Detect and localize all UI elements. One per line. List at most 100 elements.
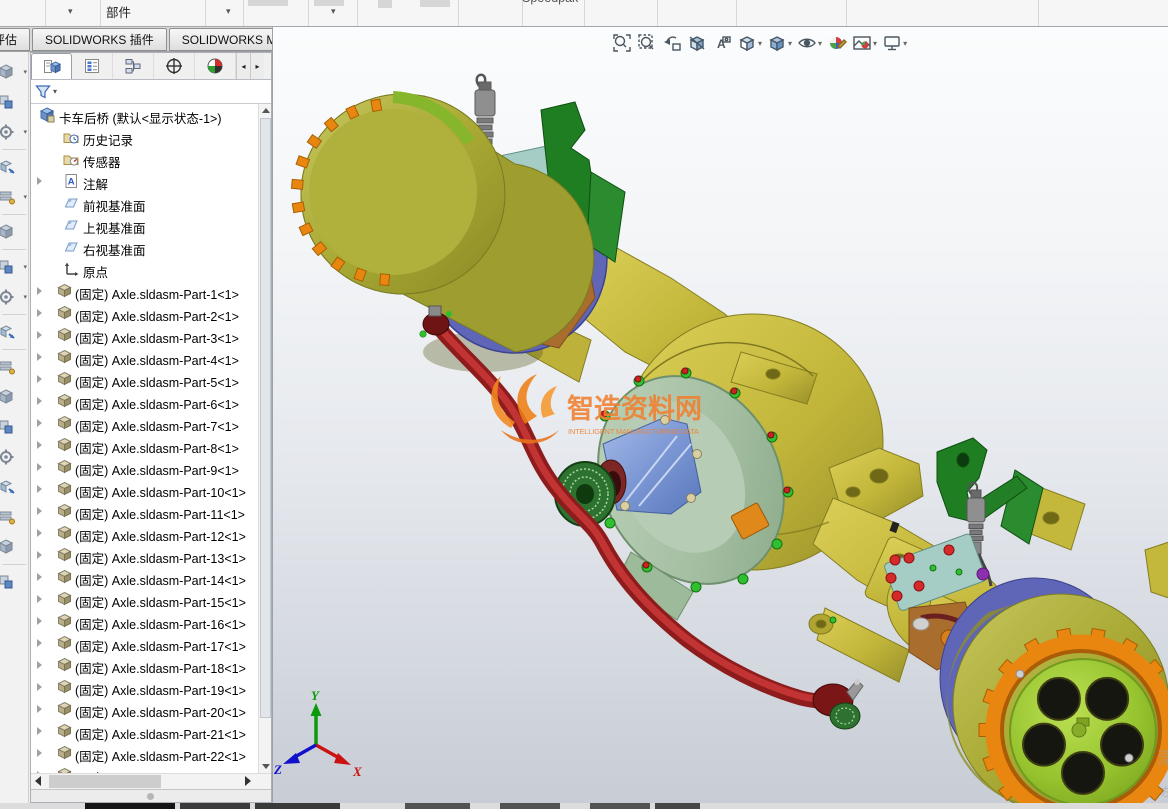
tree-item[interactable]: (固定) Axle.sldasm-Part-6<1>	[31, 390, 271, 412]
dropdown-caret-icon[interactable]: ▾	[788, 39, 792, 48]
reference-geometry-button[interactable]: ▾	[0, 282, 28, 312]
apply-scene-button[interactable]: ▾	[851, 32, 878, 54]
displaymanager-tab[interactable]	[195, 53, 236, 79]
expand-arrow-icon[interactable]	[37, 617, 42, 625]
expand-arrow-icon[interactable]	[37, 463, 42, 471]
previous-view-button[interactable]	[661, 32, 683, 54]
scroll-up-arrow[interactable]	[259, 104, 271, 117]
tree-item[interactable]: (固定) Axle.sldasm-Part-14<1>	[31, 566, 271, 588]
expand-arrow-icon[interactable]	[37, 375, 42, 383]
expand-arrow-icon[interactable]	[37, 551, 42, 559]
dropdown-caret-icon[interactable]: ▾	[23, 193, 27, 201]
zoom-to-area-button[interactable]	[636, 32, 658, 54]
tree-item[interactable]: 前视基准面	[31, 192, 271, 214]
expand-arrow-icon[interactable]	[37, 353, 42, 361]
expand-arrow-icon[interactable]	[37, 287, 42, 295]
scroll-down-arrow[interactable]	[259, 760, 271, 773]
dropdown-caret-icon[interactable]: ▾	[331, 6, 336, 17]
tree-item[interactable]: (固定) Axle.sldasm-Part-18<1>	[31, 654, 271, 676]
tree-item[interactable]: (固定) Axle.sldasm-Part-3<1>	[31, 324, 271, 346]
expand-arrow-icon[interactable]	[37, 177, 42, 185]
expand-arrow-icon[interactable]	[37, 397, 42, 405]
exploded-view-button[interactable]	[0, 382, 28, 412]
tree-vertical-scrollbar[interactable]	[258, 104, 271, 773]
interference-detection-button[interactable]	[0, 442, 28, 472]
expand-arrow-icon[interactable]	[37, 683, 42, 691]
tree-item[interactable]: (固定) Axle.sldasm-Part-1<1>	[31, 280, 271, 302]
zoom-to-fit-button[interactable]	[611, 32, 633, 54]
linear-component-pattern-button[interactable]: ▾	[0, 117, 28, 147]
tree-item[interactable]: (固定) Axle.sldasm-Part-17<1>	[31, 632, 271, 654]
tree-item[interactable]: (固定) Axle.sldasm-Part-10<1>	[31, 478, 271, 500]
tree-item[interactable]: A 注解	[31, 170, 271, 192]
dropdown-caret-icon[interactable]: ▾	[23, 68, 27, 76]
filter-funnel-icon[interactable]	[35, 84, 51, 100]
explode-line-sketch-button[interactable]	[0, 412, 28, 442]
move-component-button[interactable]: ▾	[0, 182, 28, 212]
dimxpertmanager-tab[interactable]	[154, 53, 195, 79]
show-hidden-components-button[interactable]	[0, 217, 28, 247]
dropdown-caret-icon[interactable]: ▾	[758, 39, 762, 48]
wheel-hub-rear-left[interactable]	[290, 73, 626, 354]
tree-item[interactable]: 上视基准面	[31, 214, 271, 236]
expand-arrow-icon[interactable]	[37, 419, 42, 427]
dropdown-caret-icon[interactable]: ▾	[68, 6, 73, 17]
expand-arrow-icon[interactable]	[37, 661, 42, 669]
configurationmanager-tab[interactable]	[113, 53, 154, 79]
tree-item[interactable]: (固定) Axle.sldasm-Part-22<1>	[31, 742, 271, 764]
instant3d-button[interactable]	[0, 472, 28, 502]
graphics-area[interactable]: A ▾ ▾ ▾ ▾ ▾ 智造资料网 INTELLIGENT MANUFACTUR…	[272, 27, 1168, 809]
expand-arrow-icon[interactable]	[37, 639, 42, 647]
tree-item[interactable]: 原点	[31, 258, 271, 280]
dropdown-caret-icon[interactable]: ▾	[23, 128, 27, 136]
splitter-handle-icon[interactable]	[147, 793, 154, 800]
dropdown-caret-icon[interactable]: ▾	[818, 39, 822, 48]
view-settings-button[interactable]: ▾	[881, 32, 908, 54]
tree-item[interactable]: (固定) Axle.sldasm-Part-2<1>	[31, 302, 271, 324]
scroll-left-arrow[interactable]	[35, 776, 41, 786]
tree-item[interactable]: (固定) Axle.sldasm-Part-5<1>	[31, 368, 271, 390]
tree-item[interactable]: (固定) Axle.sldasm-Part-19<1>	[31, 676, 271, 698]
scroll-right-arrow[interactable]	[245, 776, 251, 786]
tree-horizontal-scrollbar[interactable]	[31, 773, 271, 789]
hide-show-items-button[interactable]: ▾	[796, 32, 823, 54]
view-orientation-button[interactable]: ▾	[736, 32, 763, 54]
propertymanager-tab[interactable]	[72, 53, 113, 79]
mate-button[interactable]	[0, 87, 28, 117]
panel-nav-right-button[interactable]: ▸	[250, 53, 264, 79]
dropdown-caret-icon[interactable]: ▾	[873, 39, 877, 48]
display-style-button[interactable]: ▾	[766, 32, 793, 54]
tree-item[interactable]: 右视基准面	[31, 236, 271, 258]
tree-item[interactable]: (固定) Axle.sldasm-Part-11<1>	[31, 500, 271, 522]
assembly-features-button[interactable]: ▾	[0, 252, 28, 282]
tree-item[interactable]: (固定) Axle.sldasm-Part-8<1>	[31, 434, 271, 456]
dropdown-caret-icon[interactable]: ▾	[23, 263, 27, 271]
tree-item[interactable]: 传感器	[31, 148, 271, 170]
panel-nav-left-button[interactable]: ◂	[236, 53, 250, 79]
tree-item[interactable]: (固定) Axle.sldasm-Part-23<1>	[31, 764, 271, 773]
expand-arrow-icon[interactable]	[37, 529, 42, 537]
tree-item[interactable]: (固定) Axle.sldasm-Part-7<1>	[31, 412, 271, 434]
toolbar-label-speedpak-clipped[interactable]: Speedpak	[522, 0, 578, 5]
dropdown-caret-icon[interactable]: ▾	[53, 87, 57, 96]
insert-component-button[interactable]: ▾	[0, 57, 28, 87]
ribbon-tab-solidworks-插件[interactable]: SOLIDWORKS 插件	[32, 28, 167, 51]
tree-filter-row[interactable]: ▾	[31, 80, 271, 104]
tree-item[interactable]: (固定) Axle.sldasm-Part-21<1>	[31, 720, 271, 742]
smart-fasteners-button[interactable]	[0, 152, 28, 182]
dropdown-caret-icon[interactable]: ▾	[903, 39, 907, 48]
tree-item[interactable]: (固定) Axle.sldasm-Part-13<1>	[31, 544, 271, 566]
tree-item[interactable]: 历史记录	[31, 126, 271, 148]
new-motion-study-button[interactable]	[0, 317, 28, 347]
expand-arrow-icon[interactable]	[37, 507, 42, 515]
large-assembly-mode-button[interactable]	[0, 567, 28, 597]
ribbon-tab-evaluate[interactable]: 评估	[0, 28, 31, 51]
expand-arrow-icon[interactable]	[37, 727, 42, 735]
tree-item[interactable]: (固定) Axle.sldasm-Part-9<1>	[31, 456, 271, 478]
edit-appearance-button[interactable]	[826, 32, 848, 54]
dropdown-caret-icon[interactable]: ▾	[226, 6, 231, 17]
external-references-button[interactable]	[0, 502, 28, 532]
expand-arrow-icon[interactable]	[37, 485, 42, 493]
scrollbar-thumb[interactable]	[260, 118, 271, 718]
hscrollbar-thumb[interactable]	[49, 775, 161, 788]
